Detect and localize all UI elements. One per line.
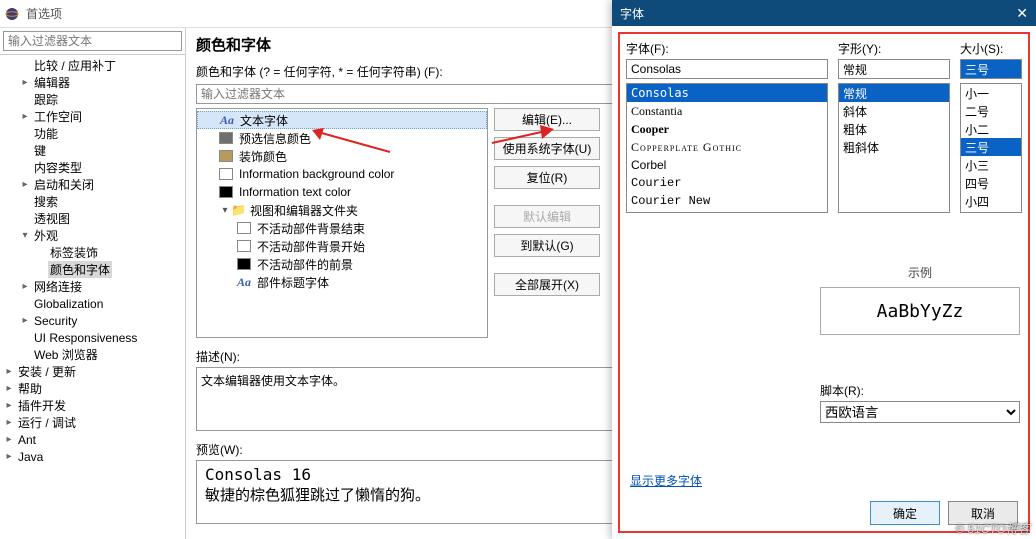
list-item[interactable]: Copperplate Gothic	[627, 138, 827, 156]
tree-item[interactable]: ▸启动和关闭	[0, 176, 185, 193]
font-dialog: 字体 ✕ 字体(F): ConsolasConstantiaCooperCopp…	[612, 0, 1036, 539]
list-item[interactable]: Courier New	[627, 192, 827, 210]
list-item[interactable]: 斜体	[839, 102, 949, 120]
tree-item[interactable]: ▸Security	[0, 312, 185, 329]
style-label: 字形(Y):	[838, 40, 950, 57]
color-font-item[interactable]: 预选信息颜色	[197, 129, 487, 147]
font-size-input[interactable]	[960, 59, 1022, 79]
color-font-item[interactable]: Information background color	[197, 165, 487, 183]
tree-item[interactable]: ▸网络连接	[0, 278, 185, 295]
show-more-fonts-link[interactable]: 显示更多字体	[630, 472, 702, 489]
tree-item[interactable]: ▸安装 / 更新	[0, 363, 185, 380]
sample-label: 示例	[820, 264, 1020, 281]
tree-item[interactable]: 标签装饰	[0, 244, 185, 261]
list-item[interactable]: 粗斜体	[839, 138, 949, 156]
tree-item[interactable]: ▸运行 / 调试	[0, 414, 185, 431]
color-font-item[interactable]: Information text color	[197, 183, 487, 201]
tree-item[interactable]: Web 浏览器	[0, 346, 185, 363]
tree-item[interactable]: 内容类型	[0, 159, 185, 176]
list-item[interactable]: Cooper	[627, 120, 827, 138]
list-item[interactable]: 小二	[961, 120, 1021, 138]
use-system-font-button[interactable]: 使用系统字体(U)	[494, 137, 600, 160]
default-edit-button: 默认编辑	[494, 205, 600, 228]
prefs-tree[interactable]: 比较 / 应用补丁▸编辑器跟踪▸工作空间功能键内容类型▸启动和关闭搜索透视图▾外…	[0, 55, 185, 539]
list-item[interactable]: 小三	[961, 156, 1021, 174]
list-item[interactable]: Courier	[627, 174, 827, 192]
tree-item[interactable]: Globalization	[0, 295, 185, 312]
tree-item[interactable]: ▾外观	[0, 227, 185, 244]
tree-item[interactable]: 键	[0, 142, 185, 159]
color-font-item[interactable]: 不活动部件背景开始	[197, 237, 487, 255]
font-dialog-title: 字体	[620, 5, 1016, 22]
expand-all-button[interactable]: 全部展开(X)	[494, 273, 600, 296]
color-font-item[interactable]: Aa文本字体	[197, 111, 487, 129]
list-item[interactable]: Corbel	[627, 156, 827, 174]
color-font-item[interactable]: 装饰颜色	[197, 147, 487, 165]
to-default-button[interactable]: 到默认(G)	[494, 234, 600, 257]
list-item[interactable]: 四号	[961, 174, 1021, 192]
tree-item[interactable]: ▸Ant	[0, 431, 185, 448]
font-name-input[interactable]	[626, 59, 828, 79]
list-item[interactable]: Constantia	[627, 102, 827, 120]
tree-item[interactable]: ▸编辑器	[0, 74, 185, 91]
tree-item[interactable]: UI Responsiveness	[0, 329, 185, 346]
list-item[interactable]: 二号	[961, 102, 1021, 120]
font-dialog-close-icon[interactable]: ✕	[1016, 5, 1028, 22]
script-label: 脚本(R):	[820, 382, 1020, 399]
tree-item[interactable]: 透视图	[0, 210, 185, 227]
watermark-text: © 51CTO博客	[955, 520, 1030, 537]
list-item[interactable]: 小一	[961, 84, 1021, 102]
tree-item[interactable]: 颜色和字体	[0, 261, 185, 278]
tree-item[interactable]: ▸工作空间	[0, 108, 185, 125]
sample-box: AaBbYyZz	[820, 287, 1020, 335]
color-font-item[interactable]: 不活动部件的前景	[197, 255, 487, 273]
tree-item[interactable]: 功能	[0, 125, 185, 142]
list-item[interactable]: 粗体	[839, 120, 949, 138]
font-label: 字体(F):	[626, 40, 828, 57]
prefs-sidebar: 比较 / 应用补丁▸编辑器跟踪▸工作空间功能键内容类型▸启动和关闭搜索透视图▾外…	[0, 28, 186, 539]
eclipse-icon	[4, 6, 20, 22]
script-select[interactable]: 西欧语言	[820, 401, 1020, 423]
tree-item[interactable]: 跟踪	[0, 91, 185, 108]
font-dialog-titlebar: 字体 ✕	[612, 0, 1036, 26]
size-label: 大小(S):	[960, 40, 1022, 57]
reset-button[interactable]: 复位(R)	[494, 166, 600, 189]
tree-item[interactable]: ▸Java	[0, 448, 185, 465]
size-list[interactable]: 小一二号小二三号小三四号小四	[960, 83, 1022, 213]
tree-item[interactable]: 比较 / 应用补丁	[0, 57, 185, 74]
font-list[interactable]: ConsolasConstantiaCooperCopperplate Goth…	[626, 83, 828, 213]
edit-button[interactable]: 编辑(E)...	[494, 108, 600, 131]
color-font-item[interactable]: Aa部件标题字体	[197, 273, 487, 291]
ok-button[interactable]: 确定	[870, 501, 940, 525]
tree-item[interactable]: ▸插件开发	[0, 397, 185, 414]
list-item[interactable]: Consolas	[627, 84, 827, 102]
list-item[interactable]: 小四	[961, 192, 1021, 210]
style-list[interactable]: 常规斜体粗体粗斜体	[838, 83, 950, 213]
list-item[interactable]: 三号	[961, 138, 1021, 156]
font-style-input[interactable]	[838, 59, 950, 79]
colors-fonts-tree[interactable]: Aa文本字体预选信息颜色装饰颜色Information background c…	[196, 108, 488, 338]
tree-item[interactable]: ▸帮助	[0, 380, 185, 397]
list-item[interactable]: 常规	[839, 84, 949, 102]
color-font-item[interactable]: 不活动部件背景结束	[197, 219, 487, 237]
tree-item[interactable]: 搜索	[0, 193, 185, 210]
sidebar-filter-input[interactable]	[3, 31, 182, 51]
color-font-item[interactable]: ▾📁视图和编辑器文件夹	[197, 201, 487, 219]
